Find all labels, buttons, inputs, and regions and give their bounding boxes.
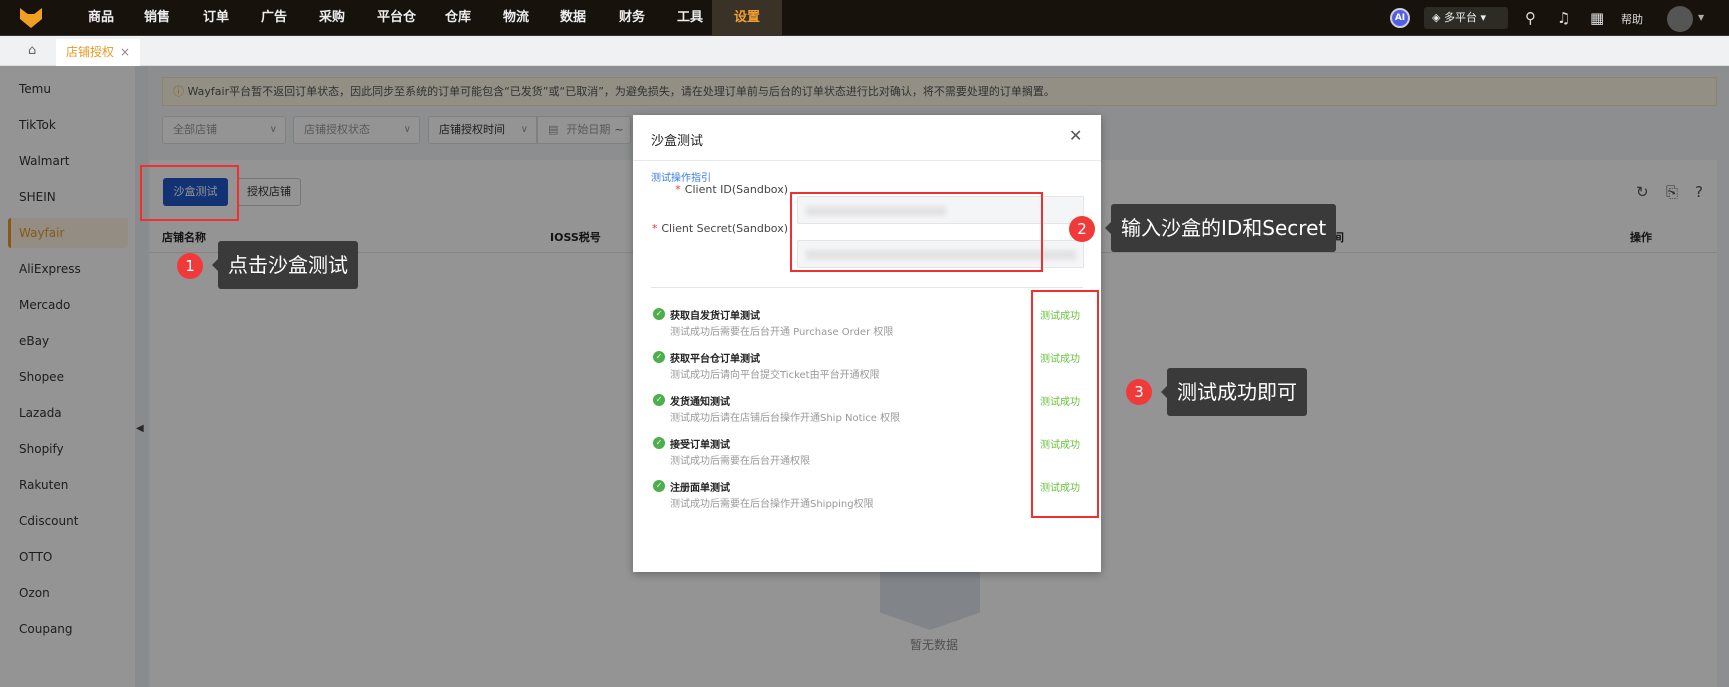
annotation-tooltip-3: 测试成功即可	[1161, 368, 1307, 416]
divider	[651, 287, 1083, 288]
test-title: 发货通知测试	[670, 397, 730, 408]
client-secret-label: * Client Secret(Sandbox)	[638, 222, 788, 235]
authorize-store-button[interactable]: 授权店铺	[237, 178, 301, 206]
client-id-label-text: Client ID(Sandbox)	[684, 183, 788, 196]
help-circle-icon[interactable]: ?	[1695, 183, 1703, 201]
chevron-down-icon: ∨	[269, 124, 277, 135]
highlight-box-credentials	[790, 192, 1043, 272]
sidebar-item-shopee[interactable]: Shopee	[8, 362, 128, 392]
sidebar-item-shopify[interactable]: Shopify	[8, 434, 128, 464]
required-mark: *	[651, 222, 658, 235]
status-select[interactable]: 店铺授权状态 ∨	[293, 116, 420, 144]
highlight-box-test-status	[1031, 290, 1099, 518]
start-date-input[interactable]: 开始日期	[566, 123, 610, 136]
annotation-tooltip-1: 点击沙盒测试	[212, 241, 358, 289]
client-secret-label-text: Client Secret(Sandbox)	[661, 222, 788, 235]
sidebar-item-shein[interactable]: SHEIN	[8, 182, 128, 212]
sidebar-item-cdiscount[interactable]: Cdiscount	[8, 506, 128, 536]
check-circle-icon: ✓	[653, 394, 665, 406]
sidebar-item-ebay[interactable]: eBay	[8, 326, 128, 356]
export-doc-icon[interactable]: ⎘	[1666, 183, 1678, 201]
test-title: 获取自发货订单测试	[670, 311, 760, 322]
status-select-placeholder: 店铺授权状态	[304, 123, 370, 136]
test-desc: 测试成功后需要在后台操作开通Shipping权限	[670, 499, 874, 510]
highlight-box-sandbox-button	[140, 165, 239, 221]
check-circle-icon: ✓	[653, 437, 665, 449]
collapse-sidebar-icon[interactable]: ◀	[136, 423, 144, 434]
sidebar-item-coupang[interactable]: Coupang	[8, 614, 128, 644]
chevron-down-icon: ∨	[403, 124, 411, 135]
alert-text: Wayfair平台暂不返回订单状态，因此同步至系统的订单可能包含“已发货”或“已…	[187, 85, 1055, 98]
test-title: 注册面单测试	[670, 483, 730, 494]
test-desc: 测试成功后需要在后台开通 Purchase Order 权限	[670, 327, 894, 338]
calendar-icon: ▤	[548, 123, 559, 136]
time-type-select[interactable]: 店铺授权时间 ∨	[428, 116, 537, 144]
store-select[interactable]: 全部店铺 ∨	[162, 116, 286, 144]
sidebar-item-aliexpress[interactable]: AliExpress	[8, 254, 128, 284]
step-badge-1: 1	[177, 253, 203, 279]
check-circle-icon: ✓	[653, 351, 665, 363]
sidebar-item-mercado[interactable]: Mercado	[8, 290, 128, 320]
client-id-label: * Client ID(Sandbox)	[638, 183, 788, 196]
divider	[633, 160, 1101, 161]
required-mark: *	[675, 183, 681, 196]
test-title: 获取平台仓订单测试	[670, 354, 760, 365]
step-badge-3: 3	[1126, 379, 1152, 405]
chevron-down-icon: ∨	[520, 124, 528, 135]
check-circle-icon: ✓	[653, 308, 665, 320]
column-header-store-name: 店铺名称	[162, 231, 206, 244]
date-separator: ~	[614, 123, 624, 136]
refresh-icon[interactable]: ↻	[1636, 183, 1649, 201]
sidebar-item-walmart[interactable]: Walmart	[8, 146, 128, 176]
sidebar-item-otto[interactable]: OTTO	[8, 542, 128, 572]
warning-alert: ⓘ Wayfair平台暂不返回订单状态，因此同步至系统的订单可能包含“已发货”或…	[162, 77, 1717, 106]
sidebar-item-wayfair[interactable]: Wayfair	[8, 218, 128, 248]
sidebar-item-lazada[interactable]: Lazada	[8, 398, 128, 428]
step-badge-2: 2	[1069, 216, 1095, 242]
test-desc: 测试成功后请向平台提交Ticket由平台开通权限	[670, 370, 880, 381]
store-select-placeholder: 全部店铺	[173, 123, 217, 136]
sidebar-item-temu[interactable]: Temu	[8, 74, 128, 104]
test-desc: 测试成功后请在店铺后台操作开通Ship Notice 权限	[670, 413, 901, 424]
sidebar-item-tiktok[interactable]: TikTok	[8, 110, 128, 140]
column-header-ioss: IOSS税号	[550, 231, 601, 244]
close-icon[interactable]: ✕	[1069, 126, 1082, 145]
sidebar-item-ozon[interactable]: Ozon	[8, 578, 128, 608]
warning-icon: ⓘ	[173, 85, 188, 98]
sidebar-gutter	[135, 66, 148, 687]
check-circle-icon: ✓	[653, 480, 665, 492]
time-type-value: 店铺授权时间	[439, 123, 505, 136]
sidebar: Temu TikTok Walmart SHEIN Wayfair AliExp…	[0, 66, 135, 687]
annotation-tooltip-2: 输入沙盒的ID和Secret	[1104, 204, 1337, 252]
test-desc: 测试成功后需要在后台开通权限	[670, 456, 810, 467]
test-title: 接受订单测试	[670, 440, 730, 451]
dialog-title: 沙盒测试	[651, 134, 704, 149]
sidebar-item-rakuten[interactable]: Rakuten	[8, 470, 128, 500]
empty-state-text: 暂无数据	[910, 638, 959, 652]
column-header-actions: 操作	[1630, 231, 1652, 244]
test-guide-link[interactable]: 测试操作指引	[651, 169, 711, 184]
date-range-picker[interactable]: ▤ 开始日期 ~	[537, 116, 631, 144]
